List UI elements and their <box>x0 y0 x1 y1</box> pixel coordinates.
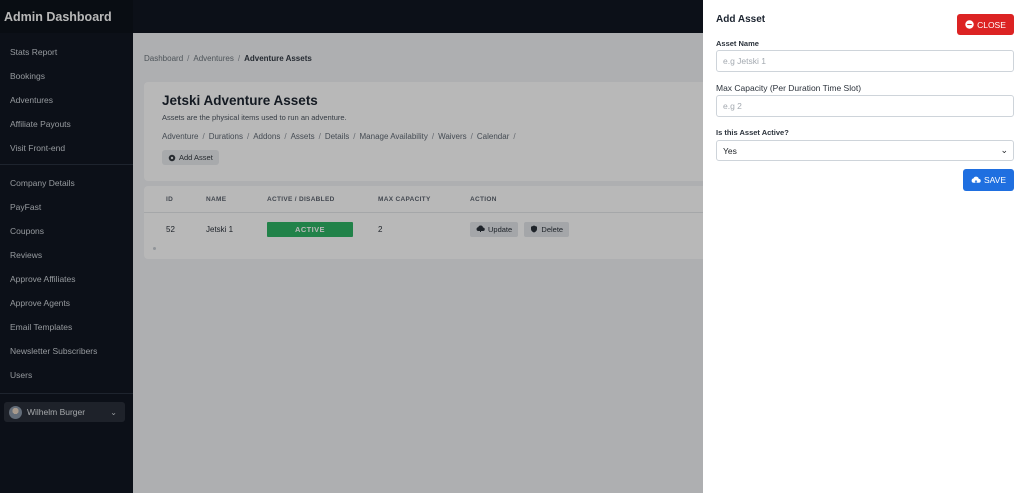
close-icon <box>965 20 974 29</box>
modal-backdrop[interactable] <box>0 0 703 493</box>
max-capacity-input[interactable] <box>716 95 1014 117</box>
save-button[interactable]: SAVE <box>963 169 1014 191</box>
asset-active-label: Is this Asset Active? <box>716 128 789 137</box>
asset-name-input[interactable] <box>716 50 1014 72</box>
cloud-upload-icon <box>971 176 981 184</box>
asset-name-label: Asset Name <box>716 39 759 48</box>
close-button[interactable]: CLOSE <box>957 14 1014 35</box>
chevron-down-icon: ⌄ <box>1000 145 1008 155</box>
close-label: CLOSE <box>977 19 1006 30</box>
max-capacity-label: Max Capacity (Per Duration Time Slot) <box>716 83 862 93</box>
asset-active-select[interactable]: Yes ⌄ <box>716 140 1014 161</box>
save-label: SAVE <box>983 175 1007 185</box>
add-asset-panel: Add Asset CLOSE Asset Name Max Capacity … <box>703 0 1024 493</box>
panel-title: Add Asset <box>716 14 766 25</box>
asset-active-value: Yes <box>723 145 737 156</box>
